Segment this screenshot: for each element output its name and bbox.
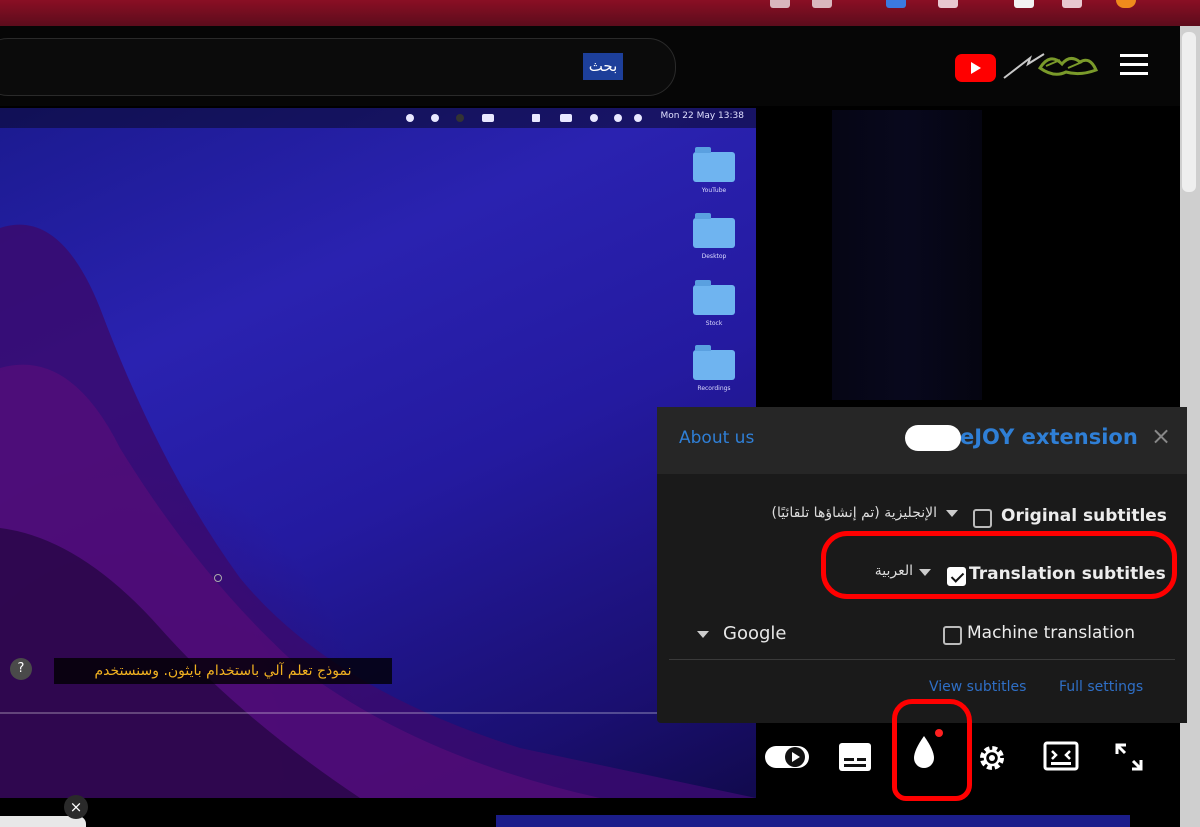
tab-icon[interactable] — [770, 0, 790, 8]
menubar-clock: Mon 22 May 13:38 — [660, 111, 744, 121]
status-icon — [456, 114, 464, 122]
machine-translation-label: Machine translation — [967, 623, 1135, 643]
folder-icon — [693, 147, 735, 182]
battery-icon — [560, 114, 572, 122]
video-frame-desktop: Mon 22 May 13:38 YouTube Desktop Stock R… — [0, 108, 756, 798]
folder-label: Recordings — [697, 385, 731, 392]
tab-icon[interactable] — [812, 0, 832, 8]
full-settings-link[interactable]: Full settings — [1059, 679, 1143, 695]
folder-icon — [693, 213, 735, 248]
ejoy-title: eJOY extension — [960, 425, 1138, 449]
close-icon[interactable]: × — [1151, 422, 1171, 450]
desktop-folder: YouTube — [684, 147, 744, 194]
panel-divider — [669, 659, 1175, 660]
view-subtitles-link[interactable]: View subtitles — [929, 679, 1026, 695]
annotation-circle-ejoy-icon — [892, 699, 972, 801]
settings-gear-icon[interactable] — [976, 742, 1008, 774]
status-icon — [406, 114, 414, 122]
annotation-circle-translation — [821, 531, 1177, 599]
help-icon[interactable]: ? — [10, 658, 32, 680]
extension-icon[interactable] — [886, 0, 906, 8]
search-icon — [614, 114, 622, 122]
chevron-down-icon[interactable] — [697, 631, 709, 638]
extension-icon[interactable] — [938, 0, 958, 8]
translation-engine-select[interactable]: Google — [723, 623, 786, 644]
machine-translation-checkbox[interactable] — [943, 626, 962, 645]
youtube-header: بحث — [0, 26, 1180, 106]
profile-avatar-icon[interactable] — [1116, 0, 1136, 8]
fullscreen-icon[interactable] — [1114, 742, 1144, 772]
bottom-banner — [496, 815, 1130, 827]
chevron-down-icon[interactable] — [946, 510, 958, 517]
hamburger-menu-icon[interactable] — [1120, 54, 1148, 78]
browser-top-strip — [0, 0, 1200, 26]
folder-label: Desktop — [701, 253, 727, 260]
menu-bar-line — [1120, 54, 1148, 57]
desktop-folder: Recordings — [684, 345, 744, 392]
scrollbar-thumb[interactable] — [1182, 32, 1196, 192]
subtitles-icon[interactable] — [838, 742, 872, 772]
folder-label: Stock — [705, 320, 723, 327]
youtube-play-icon[interactable] — [955, 54, 996, 82]
autoplay-toggle-icon[interactable] — [764, 743, 810, 771]
ejoy-panel-header: About us eJOY extension × — [657, 407, 1187, 474]
extension-icon[interactable] — [1014, 0, 1034, 8]
status-icon — [431, 114, 439, 122]
close-icon[interactable]: × — [64, 795, 88, 819]
original-subtitles-checkbox[interactable] — [973, 509, 992, 528]
wifi-icon — [590, 114, 598, 122]
original-subtitles-label: Original subtitles — [1001, 506, 1167, 526]
status-icon — [532, 114, 540, 122]
desktop-folder: Stock — [684, 280, 744, 327]
status-icon — [482, 114, 494, 122]
about-us-link[interactable]: About us — [679, 428, 754, 448]
folder-icon — [693, 280, 735, 315]
channel-logo[interactable] — [1000, 46, 1100, 86]
original-language-select[interactable]: الإنجليزية (تم إنشاؤها تلقائيًا) — [753, 505, 938, 521]
video-progress-line[interactable] — [0, 712, 756, 714]
video-subtitle-caption: نموذج تعلم آلي باستخدام بايثون. وسنستخدم — [54, 658, 392, 684]
folder-icon — [693, 345, 735, 380]
ejoy-logo-pill — [905, 425, 961, 451]
control-center-icon — [634, 114, 642, 122]
desktop-folder: Desktop — [684, 213, 744, 260]
video-player[interactable]: Mon 22 May 13:38 YouTube Desktop Stock R… — [0, 106, 1187, 806]
search-button[interactable]: بحث — [583, 53, 623, 80]
mac-menubar: Mon 22 May 13:38 — [0, 108, 756, 128]
folder-label: YouTube — [701, 187, 727, 194]
search-input[interactable]: بحث — [0, 38, 676, 96]
extension-icon[interactable] — [1062, 0, 1082, 8]
video-side-shadow — [832, 110, 982, 400]
miniplayer-icon[interactable] — [1043, 741, 1079, 773]
menu-bar-line — [1120, 72, 1148, 75]
wallpaper-waves — [0, 224, 756, 798]
menu-bar-line — [1120, 63, 1148, 66]
mouse-cursor-icon — [214, 574, 222, 582]
